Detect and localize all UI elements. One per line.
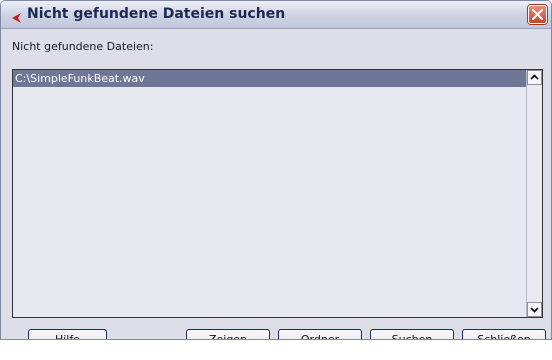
missing-files-list[interactable]: C:\SimpleFunkBeat.wav [12, 69, 543, 318]
search-button[interactable]: Suchen [370, 329, 454, 339]
close-window-button[interactable] [528, 5, 547, 24]
scroll-down-button[interactable] [527, 302, 542, 317]
window-title: Nicht gefundene Dateien suchen [27, 6, 286, 22]
show-button[interactable]: Zeigen [186, 329, 270, 339]
background-margin [0, 340, 552, 360]
missing-files-label: Nicht gefundene Dateien: [12, 40, 154, 53]
title-bar[interactable]: Nicht gefundene Dateien suchen [1, 1, 551, 29]
help-button[interactable]: Hilfe [28, 329, 107, 339]
dialog-window: Nicht gefundene Dateien suchen Nicht gef… [0, 0, 552, 340]
folder-button[interactable]: Ordner [278, 329, 362, 339]
scroll-up-button[interactable] [527, 70, 542, 85]
list-items-container: C:\SimpleFunkBeat.wav [13, 70, 526, 317]
vertical-scrollbar[interactable] [526, 70, 542, 317]
cubase-logo-icon [8, 9, 22, 23]
list-item[interactable]: C:\SimpleFunkBeat.wav [13, 70, 526, 87]
close-button[interactable]: Schließen [462, 329, 546, 339]
